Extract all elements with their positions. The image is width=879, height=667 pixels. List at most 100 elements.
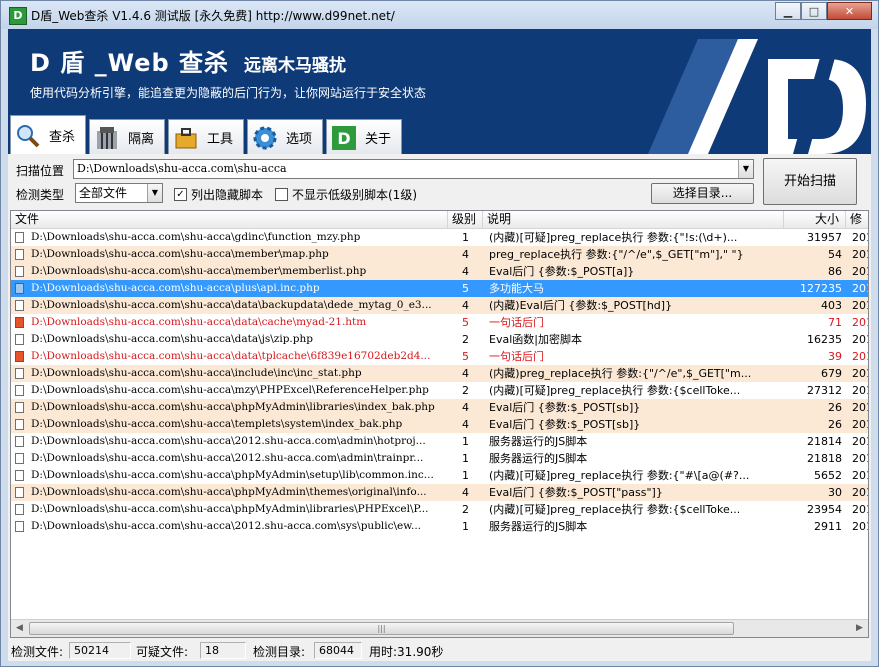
column-header-level[interactable]: 级别 (448, 211, 483, 228)
file-path-cell: D:\Downloads\shu-acca.com\shu-acca\phpMy… (31, 503, 429, 515)
level-cell: 4 (462, 248, 469, 261)
scroll-left-icon[interactable]: ◀ (11, 620, 28, 637)
description-cell: Eval后门 {参数:$_POST["pass"]} (489, 486, 663, 499)
level-cell: 4 (462, 299, 469, 312)
gear-icon (253, 126, 277, 149)
hide-low-checkbox[interactable]: 不显示低级别脚本(1级) (275, 186, 417, 203)
scan-type-value: 全部文件 (79, 186, 128, 200)
table-row[interactable]: D:\Downloads\shu-acca.com\shu-acca\data\… (11, 331, 868, 348)
banner-subtitle: 远离木马骚扰 (244, 56, 346, 76)
modified-cell: 201 (852, 248, 868, 261)
size-cell: 30 (828, 486, 842, 499)
tab-options[interactable]: 选项 (247, 119, 323, 155)
table-row[interactable]: D:\Downloads\shu-acca.com\shu-acca\mzy\P… (11, 382, 868, 399)
scrollbar-thumb[interactable]: ||| (29, 622, 734, 635)
table-row[interactable]: D:\Downloads\shu-acca.com\shu-acca\phpMy… (11, 399, 868, 416)
table-row[interactable]: D:\Downloads\shu-acca.com\shu-acca\templ… (11, 416, 868, 433)
table-row[interactable]: D:\Downloads\shu-acca.com\shu-acca\phpMy… (11, 484, 868, 501)
status-bar: 检测文件: 50214 可疑文件: 18 检测目录: 68044 用时:31.9… (8, 640, 871, 661)
column-header-description[interactable]: 说明 (483, 211, 784, 228)
level-cell: 4 (462, 265, 469, 278)
title-bar[interactable]: D D盾_Web查杀 V1.4.6 测试版 [永久免费] http://www.… (1, 1, 878, 29)
table-row[interactable]: D:\Downloads\shu-acca.com\shu-acca\2012.… (11, 433, 868, 450)
modified-cell: 201 (852, 231, 868, 244)
table-row[interactable]: D:\Downloads\shu-acca.com\shu-acca\phpMy… (11, 467, 868, 484)
minimize-button[interactable]: ▁ (775, 2, 801, 20)
status-dirs-value: 68044 (314, 642, 362, 659)
table-row[interactable]: D:\Downloads\shu-acca.com\shu-acca\inclu… (11, 365, 868, 382)
magnifier-icon (17, 124, 40, 147)
column-header-file[interactable]: 文件 (11, 211, 448, 228)
horizontal-scrollbar[interactable]: ◀ ||| ▶ (11, 619, 868, 637)
level-cell: 4 (462, 486, 469, 499)
level-cell: 5 (462, 350, 469, 363)
table-row[interactable]: D:\Downloads\shu-acca.com\shu-acca\2012.… (11, 518, 868, 535)
chevron-down-icon[interactable]: ▼ (738, 160, 753, 178)
show-hidden-label: 列出隐藏脚本 (191, 188, 264, 202)
tab-about-label: 关于 (365, 132, 392, 147)
size-cell: 27312 (807, 384, 842, 397)
modified-cell: 201 (852, 486, 868, 499)
size-cell: 86 (828, 265, 842, 278)
level-cell: 2 (462, 333, 469, 346)
show-hidden-checkbox[interactable]: ✓ 列出隐藏脚本 (174, 186, 263, 203)
start-scan-button[interactable]: 开始扫描 (763, 158, 857, 205)
tab-scan[interactable]: 查杀 (10, 115, 86, 155)
modified-cell: 201 (852, 282, 868, 295)
tab-about[interactable]: D 关于 (326, 119, 402, 155)
modified-cell: 201 (852, 452, 868, 465)
status-elapsed-time: 用时:31.90秒 (369, 645, 444, 659)
scan-path-label: 扫描位置 (16, 164, 65, 178)
table-header: 文件 级别 说明 大小 修 (11, 211, 868, 229)
scan-type-select[interactable]: 全部文件 ▼ (75, 183, 163, 203)
d-logo-icon: D (332, 125, 356, 150)
toolbox-icon (175, 127, 197, 148)
scan-panel: 扫描位置 D:\Downloads\shu-acca.com\shu-acca … (8, 154, 871, 210)
description-cell: Eval后门 {参数:$_POST[a]} (489, 265, 635, 278)
file-path-cell: D:\Downloads\shu-acca.com\shu-acca\data\… (31, 316, 367, 328)
status-files-label: 检测文件: (11, 645, 64, 659)
tab-tools-label: 工具 (207, 132, 234, 147)
description-cell: (内藏)[可疑]preg_replace执行 参数:{"!s:(\d+)... (489, 231, 738, 244)
description-cell: Eval后门 {参数:$_POST[sb]} (489, 418, 641, 431)
results-table: 文件 级别 说明 大小 修 D:\Downloads\shu-acca.com\… (10, 210, 869, 638)
level-cell: 4 (462, 401, 469, 414)
table-row[interactable]: D:\Downloads\shu-acca.com\shu-acca\membe… (11, 246, 868, 263)
table-row[interactable]: D:\Downloads\shu-acca.com\shu-acca\phpMy… (11, 501, 868, 518)
scan-path-combobox[interactable]: D:\Downloads\shu-acca.com\shu-acca ▼ (73, 159, 754, 179)
file-path-cell: D:\Downloads\shu-acca.com\shu-acca\templ… (31, 418, 403, 430)
column-header-modified[interactable]: 修 (846, 211, 868, 228)
file-path-cell: D:\Downloads\shu-acca.com\shu-acca\data\… (31, 333, 313, 345)
table-row[interactable]: D:\Downloads\shu-acca.com\shu-acca\data\… (11, 348, 868, 365)
maximize-button[interactable]: □ (801, 2, 827, 20)
table-row[interactable]: D:\Downloads\shu-acca.com\shu-acca\plus\… (11, 280, 868, 297)
table-body: D:\Downloads\shu-acca.com\shu-acca\gdinc… (11, 229, 868, 535)
table-row[interactable]: D:\Downloads\shu-acca.com\shu-acca\gdinc… (11, 229, 868, 246)
choose-directory-button[interactable]: 选择目录... (651, 183, 754, 204)
app-icon: D (9, 7, 27, 25)
file-path-cell: D:\Downloads\shu-acca.com\shu-acca\data\… (31, 299, 432, 311)
chevron-down-icon[interactable]: ▼ (147, 184, 162, 202)
table-row[interactable]: D:\Downloads\shu-acca.com\shu-acca\data\… (11, 314, 868, 331)
tab-scan-label: 查杀 (49, 130, 76, 145)
scroll-right-icon[interactable]: ▶ (851, 620, 868, 637)
close-button[interactable]: ✕ (827, 2, 872, 20)
table-row[interactable]: D:\Downloads\shu-acca.com\shu-acca\2012.… (11, 450, 868, 467)
modified-cell: 201 (852, 520, 868, 533)
table-row[interactable]: D:\Downloads\shu-acca.com\shu-acca\membe… (11, 263, 868, 280)
description-cell: (内藏)[可疑]preg_replace执行 参数:{$cellToke... (489, 503, 741, 516)
table-row[interactable]: D:\Downloads\shu-acca.com\shu-acca\data\… (11, 297, 868, 314)
description-cell: 多功能大马 (489, 282, 544, 295)
size-cell: 16235 (807, 333, 842, 346)
tab-quarantine[interactable]: 隔离 (89, 119, 165, 155)
file-path-cell: D:\Downloads\shu-acca.com\shu-acca\membe… (31, 248, 329, 260)
status-suspicious-value: 18 (200, 642, 246, 659)
column-header-size[interactable]: 大小 (784, 211, 846, 228)
size-cell: 21818 (807, 452, 842, 465)
description-cell: 一句话后门 (489, 350, 544, 363)
tab-tools[interactable]: 工具 (168, 119, 244, 155)
modified-cell: 201 (852, 435, 868, 448)
description-cell: 服务器运行的JS脚本 (489, 452, 588, 465)
modified-cell: 201 (852, 469, 868, 482)
size-cell: 2911 (814, 520, 842, 533)
